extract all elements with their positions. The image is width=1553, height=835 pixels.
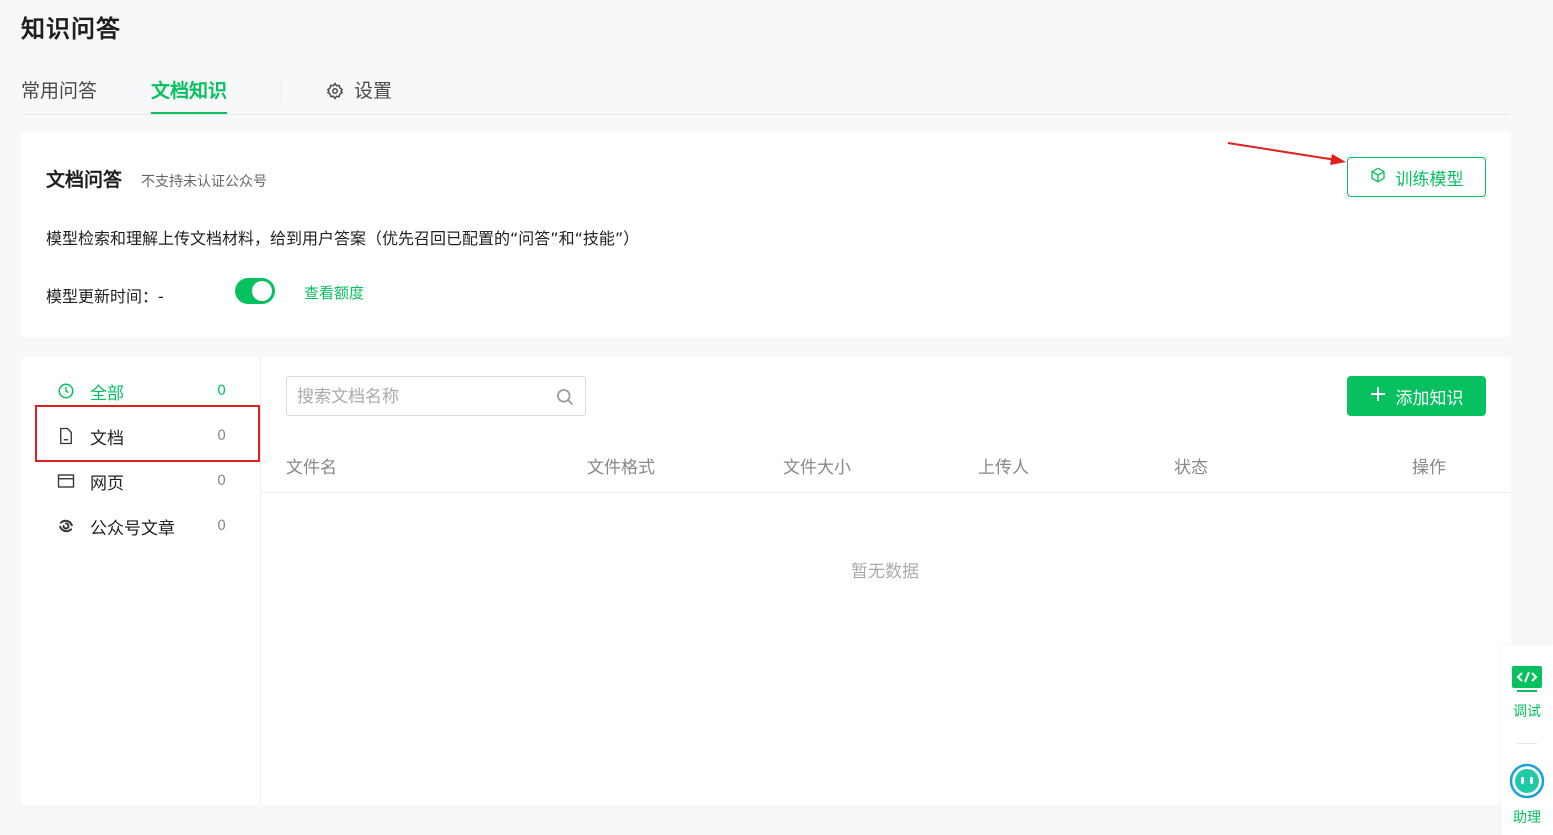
sidebar-item-webpage[interactable]: 网页 0 [54, 465, 226, 497]
train-model-button[interactable]: 训练模型 [1347, 157, 1486, 197]
tab-common-qa[interactable]: 常用问答 [21, 76, 97, 114]
cube-icon [1370, 167, 1386, 188]
sidebar-item-all[interactable]: 全部 0 [54, 375, 226, 407]
webpage-icon [54, 469, 78, 493]
model-update-time: 模型更新时间：- [46, 287, 164, 306]
tab-bar: 常用问答 文档知识 设置 [21, 72, 1511, 115]
float-divider [1517, 743, 1537, 744]
tab-document-knowledge[interactable]: 文档知识 [151, 76, 228, 114]
assistant-button[interactable]: 助理 [1501, 763, 1553, 827]
doc-qa-note: 不支持未认证公众号 [141, 174, 267, 190]
add-knowledge-label: 添加知识 [1395, 388, 1464, 409]
debug-button[interactable]: 调试 [1501, 665, 1553, 721]
page-title: 知识问答 [21, 15, 121, 43]
assistant-label: 助理 [1513, 810, 1541, 826]
sidebar-item-label: 全部 [90, 383, 124, 404]
category-sidebar: 全部 0 文档 0 网页 0 公众号文章 0 [21, 357, 261, 805]
column-header-filename[interactable]: 文件名 [286, 453, 337, 478]
clock-icon [54, 379, 78, 403]
sidebar-item-count: 0 [217, 518, 226, 534]
sidebar-item-official-account[interactable]: 公众号文章 0 [54, 510, 226, 542]
table-header: 文件名 文件格式 文件大小 上传人 状态 操作 [261, 445, 1511, 493]
train-model-label: 训练模型 [1395, 169, 1464, 190]
doc-qa-title: 文档问答 [46, 169, 123, 191]
doc-qa-description: 模型检索和理解上传文档材料，给到用户答案（优先召回已配置的“问答”和“技能”） [46, 229, 640, 248]
robot-icon [1509, 763, 1545, 803]
column-header-actions: 操作 [1412, 458, 1446, 478]
knowledge-list-card: 全部 0 文档 0 网页 0 公众号文章 0 搜索文档名称 添加知识 文件名 文… [21, 357, 1511, 805]
official-account-icon [54, 514, 78, 538]
debug-label: 调试 [1513, 704, 1541, 720]
gear-icon [326, 76, 344, 105]
tab-settings-label: 设置 [354, 80, 393, 102]
search-input[interactable] [297, 385, 547, 409]
annotation-arrow [1227, 142, 1346, 165]
column-header-format[interactable]: 文件格式 [587, 453, 655, 478]
sidebar-item-count: 0 [217, 383, 226, 399]
tab-divider [281, 80, 282, 102]
empty-state-text: 暂无数据 [851, 562, 919, 582]
column-header-uploader[interactable]: 上传人 [978, 453, 1029, 478]
add-knowledge-button[interactable]: 添加知识 [1347, 376, 1486, 416]
plus-icon [1370, 386, 1386, 407]
annotation-highlight-box [35, 405, 260, 462]
column-header-size[interactable]: 文件大小 [783, 453, 851, 478]
column-header-status[interactable]: 状态 [1174, 453, 1208, 478]
view-quota-link[interactable]: 查看额度 [304, 282, 364, 303]
floating-tool-panel: 调试 助理 [1501, 645, 1553, 835]
toggle-knob [252, 281, 272, 301]
sidebar-item-label: 网页 [90, 473, 124, 494]
tab-settings[interactable]: 设置 [326, 76, 392, 114]
sidebar-item-label: 公众号文章 [90, 518, 175, 539]
search-icon[interactable] [555, 387, 575, 411]
code-icon [1511, 665, 1543, 697]
doc-qa-toggle[interactable] [235, 278, 275, 304]
sidebar-item-count: 0 [217, 473, 226, 489]
page: 知识问答 常用问答 文档知识 设置 文档问答 不支持未认证公众号 模型检索和理解… [0, 0, 1553, 835]
search-box[interactable] [286, 376, 586, 416]
